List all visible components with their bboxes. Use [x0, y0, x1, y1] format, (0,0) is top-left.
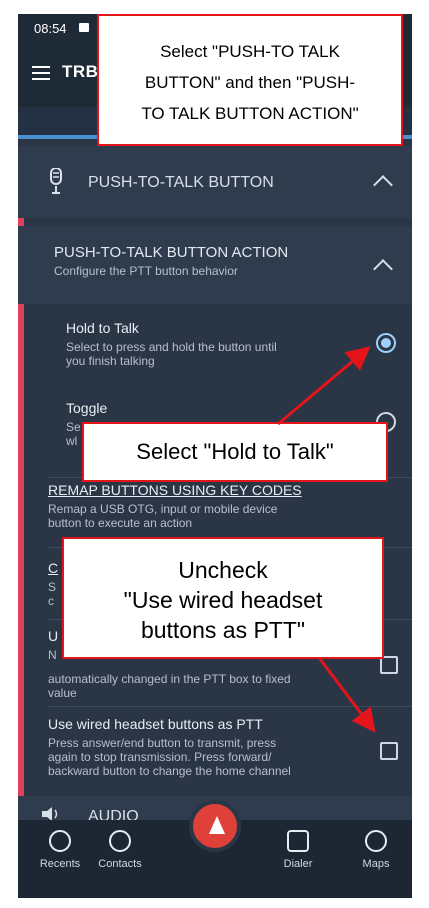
remap-desc-line1: Remap a USB OTG, input or mobile device: [48, 502, 278, 516]
callout-bottom-line1: Uncheck: [178, 557, 268, 583]
option-desc-line1: Select to press and hold the button unti…: [66, 340, 277, 354]
nav-recents-label: Recents: [39, 858, 81, 870]
ptt-action-subtitle: Configure the PTT button behavior: [54, 264, 238, 278]
wired-headset-desc-line3: backward button to change the home chann…: [48, 764, 291, 778]
wired-headset-desc-line1: Press answer/end button to transmit, pre…: [48, 736, 277, 750]
remap-title[interactable]: REMAP BUTTONS USING KEY CODES: [48, 482, 302, 498]
callout-bottom-line3: buttons as PTT": [140, 617, 306, 643]
ptt-section-header[interactable]: PUSH-TO-TALK BUTTON: [18, 146, 412, 218]
fixed-ptt-desc-line2: automatically changed in the PTT box to …: [48, 672, 291, 686]
nav-maps-label: Maps: [362, 858, 390, 870]
microphone-icon: [50, 168, 62, 194]
callout-top: Select "PUSH-TO TALK BUTTON" and then "P…: [97, 14, 403, 146]
ptt-action-header[interactable]: PUSH-TO-TALK BUTTON ACTION Configure the…: [18, 226, 412, 304]
partial-desc-line2: c: [48, 594, 54, 608]
option-title: Hold to Talk: [66, 320, 139, 336]
menu-icon[interactable]: [32, 66, 50, 80]
fixed-ptt-desc-line3: value: [48, 686, 77, 700]
emergency-alert-button[interactable]: [189, 800, 241, 852]
phone-icon: [287, 830, 309, 852]
fixed-ptt-title: U: [48, 628, 59, 644]
chevron-up-icon[interactable]: [373, 259, 393, 279]
ptt-action-title: PUSH-TO-TALK BUTTON ACTION: [54, 244, 289, 261]
option-title: Toggle: [66, 400, 108, 416]
callout-bottom: Uncheck "Use wired headset buttons as PT…: [62, 537, 384, 659]
history-icon: [49, 830, 71, 852]
nav-maps[interactable]: Maps: [346, 830, 406, 870]
status-time: 08:54: [34, 21, 67, 36]
wired-headset-title: Use wired headset buttons as PTT: [48, 716, 263, 732]
callout-bottom-line2: "Use wired headset: [123, 587, 323, 613]
contact-icon: [109, 830, 131, 852]
nav-dialer[interactable]: Dialer: [268, 830, 328, 870]
callout-top-line1: Select "PUSH-TO TALK: [160, 42, 340, 61]
wired-headset-checkbox[interactable]: [380, 742, 398, 760]
ptt-section-label: PUSH-TO-TALK BUTTON: [88, 174, 274, 191]
divider: [48, 706, 412, 707]
nav-contacts-label: Contacts: [98, 858, 142, 870]
option-hold-to-talk[interactable]: Hold to Talk Select to press and hold th…: [18, 314, 412, 386]
callout-top-line3: TO TALK BUTTON ACTION": [141, 104, 359, 123]
nav-contacts[interactable]: Contacts: [90, 830, 150, 870]
option-desc-line2: wl: [66, 434, 78, 448]
nav-dialer-label: Dialer: [283, 858, 313, 870]
partial-title[interactable]: C: [48, 560, 58, 576]
callout-middle: Select "Hold to Talk": [82, 422, 388, 482]
fixed-ptt-desc-line1: N: [48, 648, 57, 662]
globe-icon: [365, 830, 387, 852]
app-title: TRB: [62, 62, 99, 81]
remap-desc-line2: button to execute an action: [48, 516, 193, 530]
nav-recents[interactable]: Recents: [30, 830, 90, 870]
option-desc-line1: Se: [66, 420, 81, 434]
hold-to-talk-radio[interactable]: [376, 333, 396, 353]
callout-top-line2: BUTTON" and then "PUSH-: [144, 73, 356, 92]
wired-headset-row[interactable]: Use wired headset buttons as PTT Press a…: [18, 708, 412, 794]
partial-desc-line1: S: [48, 580, 57, 594]
option-desc-line2: you finish talking: [66, 354, 155, 368]
message-icon: [79, 23, 89, 32]
wired-headset-desc-line2: again to stop transmission. Press forwar…: [48, 750, 272, 764]
chevron-up-icon[interactable]: [373, 175, 393, 195]
